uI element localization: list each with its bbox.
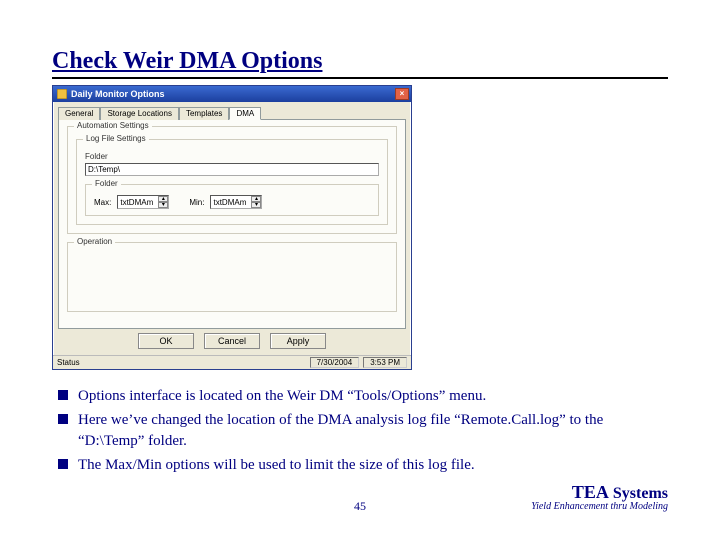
- ok-button[interactable]: OK: [138, 333, 194, 349]
- footer-brand: TEA Systems Yield Enhancement thru Model…: [531, 482, 668, 512]
- tab-general[interactable]: General: [58, 107, 100, 120]
- chevron-down-icon[interactable]: ▾: [251, 202, 261, 208]
- max-input[interactable]: txtDMAm ▴ ▾: [117, 195, 169, 209]
- bullet-list: Options interface is located on the Weir…: [52, 386, 668, 475]
- operation-legend: Operation: [74, 237, 115, 246]
- app-icon: [57, 89, 67, 99]
- close-icon: ×: [400, 90, 405, 98]
- dialog-button-row: OK Cancel Apply: [58, 329, 406, 351]
- brand-tagline: Yield Enhancement thru Modeling: [531, 501, 668, 512]
- bullet-text: Options interface is located on the Weir…: [78, 386, 668, 406]
- dialog-title: Daily Monitor Options: [71, 89, 395, 99]
- dialog-statusbar: Status 7/30/2004 3:53 PM: [53, 355, 411, 369]
- operation-group: Operation: [67, 242, 397, 312]
- status-time: 3:53 PM: [363, 357, 407, 368]
- cancel-button[interactable]: Cancel: [204, 333, 260, 349]
- min-spinner[interactable]: ▴ ▾: [251, 196, 261, 208]
- close-button[interactable]: ×: [395, 88, 409, 100]
- log-file-settings-legend: Log File Settings: [83, 134, 149, 143]
- min-input[interactable]: txtDMAm ▴ ▾: [210, 195, 262, 209]
- page-number: 45: [354, 499, 366, 514]
- max-label: Max:: [94, 198, 111, 207]
- brand-tea: TEA: [572, 482, 609, 502]
- apply-button[interactable]: Apply: [270, 333, 326, 349]
- tab-storage-locations[interactable]: Storage Locations: [100, 107, 179, 120]
- bullet-text: Here we’ve changed the location of the D…: [78, 410, 668, 451]
- list-item: Options interface is located on the Weir…: [58, 386, 668, 406]
- bullet-icon: [58, 414, 68, 424]
- list-item: The Max/Min options will be used to limi…: [58, 455, 668, 475]
- bullet-icon: [58, 390, 68, 400]
- max-value: txtDMAm: [118, 198, 158, 207]
- dialog-titlebar: Daily Monitor Options ×: [53, 86, 411, 102]
- tab-bar: General Storage Locations Templates DMA: [58, 106, 406, 119]
- page-title: Check Weir DMA Options: [52, 48, 668, 75]
- folder-label: Folder: [85, 152, 379, 161]
- folder-input[interactable]: D:\Temp\: [85, 163, 379, 176]
- list-item: Here we’ve changed the location of the D…: [58, 410, 668, 451]
- log-file-settings-group: Log File Settings Folder D:\Temp\ Folder…: [76, 139, 388, 225]
- bullet-text: The Max/Min options will be used to limi…: [78, 455, 668, 475]
- automation-settings-legend: Automation Settings: [74, 121, 152, 130]
- options-dialog: Daily Monitor Options × General Storage …: [52, 85, 412, 370]
- status-text: Status: [57, 358, 306, 367]
- folder-sub-group: Folder Max: txtDMAm ▴ ▾: [85, 184, 379, 216]
- dialog-body: General Storage Locations Templates DMA …: [53, 102, 411, 355]
- bullet-icon: [58, 459, 68, 469]
- automation-settings-group: Automation Settings Log File Settings Fo…: [67, 126, 397, 234]
- brand-systems: Systems: [609, 485, 668, 502]
- tab-templates[interactable]: Templates: [179, 107, 229, 120]
- min-label: Min:: [189, 198, 204, 207]
- max-spinner[interactable]: ▴ ▾: [158, 196, 168, 208]
- min-value: txtDMAm: [211, 198, 251, 207]
- title-divider: [52, 77, 668, 79]
- chevron-down-icon[interactable]: ▾: [158, 202, 168, 208]
- status-date: 7/30/2004: [310, 357, 360, 368]
- folder-sub-legend: Folder: [92, 179, 121, 188]
- tab-dma[interactable]: DMA: [229, 107, 261, 120]
- tab-panel-dma: Automation Settings Log File Settings Fo…: [58, 119, 406, 329]
